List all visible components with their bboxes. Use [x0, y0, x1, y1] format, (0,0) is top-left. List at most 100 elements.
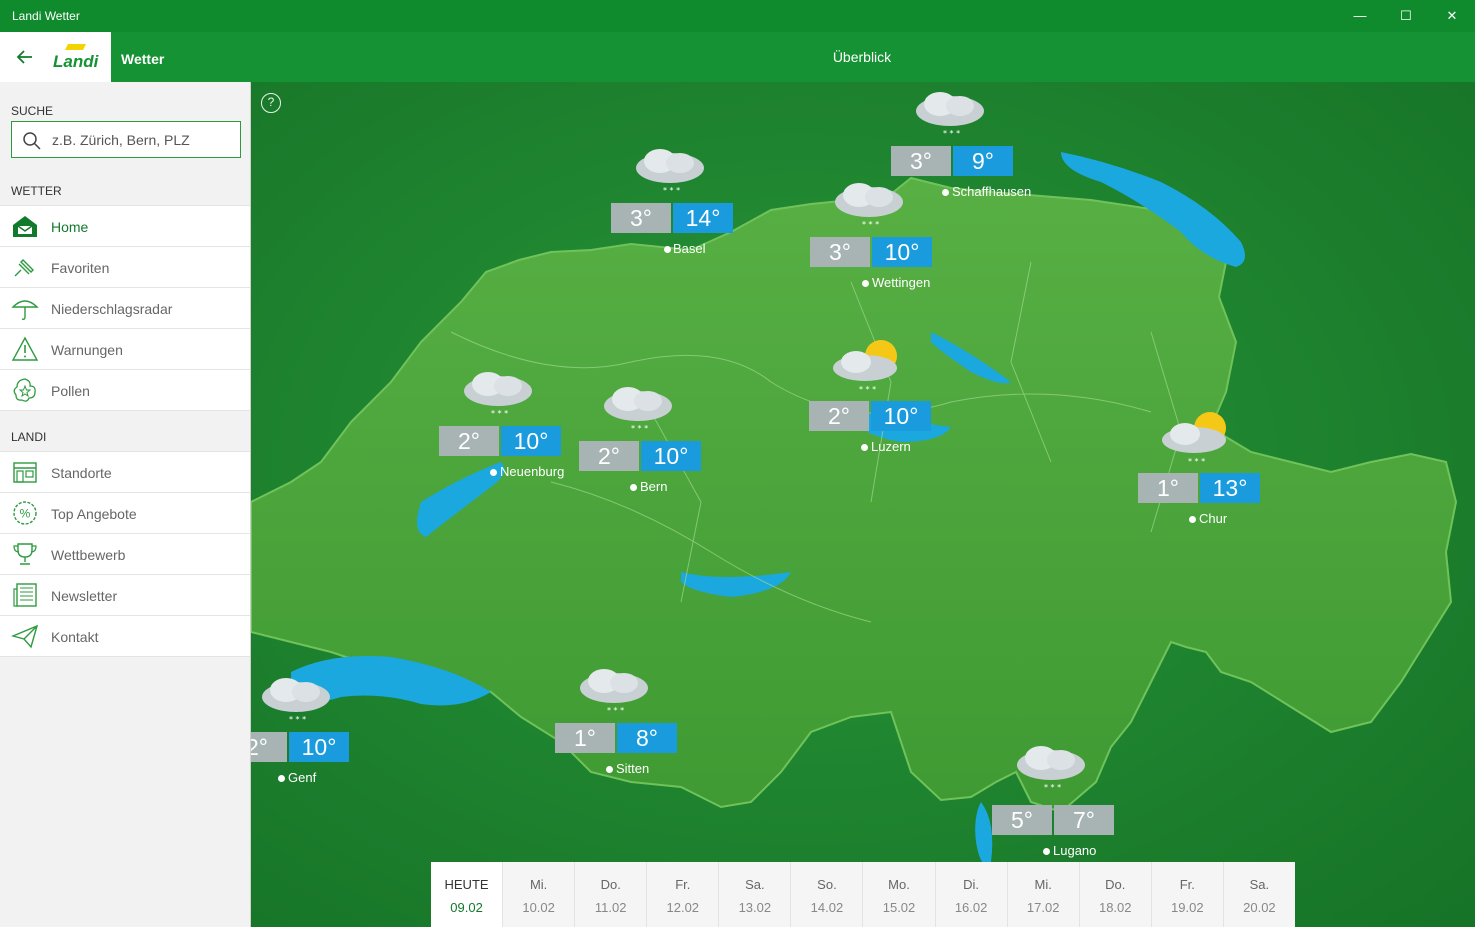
menu-item-top-angebote[interactable]: % Top Angebote	[0, 493, 250, 534]
menu-item-warnungen[interactable]: Warnungen	[0, 329, 250, 370]
day-name: Sa.	[745, 877, 765, 892]
day-tab-10[interactable]: Fr. 19.02	[1151, 862, 1224, 927]
sun-cloud-snow-icon: * * *	[833, 340, 897, 394]
temp-max: 8°	[617, 723, 677, 753]
page-title: Überblick	[832, 49, 892, 65]
city-name: Luzern	[871, 439, 911, 454]
snow-cloud-icon: * * *	[1017, 746, 1085, 792]
menu-item-label: Warnungen	[51, 342, 123, 358]
day-name: Sa.	[1249, 877, 1270, 892]
temp-max: 9°	[953, 146, 1013, 176]
menu-item-label: Home	[51, 219, 89, 235]
snow-cloud-icon: * * *	[636, 149, 704, 195]
day-name: Di.	[963, 877, 980, 892]
menu-item-newsletter[interactable]: Newsletter	[0, 575, 250, 616]
city-name: Chur	[1199, 511, 1228, 526]
home-icon	[13, 216, 37, 237]
back-arrow-icon[interactable]	[12, 44, 38, 70]
minimize-icon[interactable]: —	[1337, 0, 1383, 32]
menu-item-home[interactable]: Home	[0, 206, 250, 247]
temp-max: 10°	[872, 237, 932, 267]
city-dot	[630, 484, 637, 491]
weather-heading: WETTER	[11, 184, 62, 198]
day-name: Mo.	[888, 877, 910, 892]
temp-min: 3°	[611, 203, 671, 233]
snow-cloud-icon: * * *	[464, 372, 532, 418]
city-dot	[861, 444, 868, 451]
maximize-icon[interactable]: ☐	[1383, 0, 1429, 32]
newspaper-icon	[13, 583, 37, 607]
menu-item-favoriten[interactable]: Favoriten	[0, 247, 250, 288]
percent-icon: %	[13, 501, 37, 525]
snow-cloud-icon: * * *	[580, 669, 648, 715]
menu-item-niederschlagsradar[interactable]: Niederschlagsradar	[0, 288, 250, 329]
sun-cloud-snow-icon: * * *	[1162, 412, 1226, 466]
temp-max: 13°	[1200, 473, 1260, 503]
city-name: Bern	[640, 479, 668, 494]
menu-item-wettbewerb[interactable]: Wettbewerb	[0, 534, 250, 575]
search-input[interactable]	[52, 129, 232, 151]
landi-logo: Landi	[53, 44, 100, 70]
city-name: Schaffhausen	[952, 184, 1032, 199]
day-tab-6[interactable]: Mo. 15.02	[863, 862, 936, 927]
day-date: 13.02	[738, 900, 772, 915]
help-icon[interactable]: ?	[261, 93, 281, 113]
temp-min: 2°	[809, 401, 869, 431]
temp-max: 10°	[871, 401, 931, 431]
app-header: Landi Wetter Überblick	[0, 32, 1475, 82]
snow-cloud-icon: * * *	[916, 92, 984, 138]
close-icon[interactable]: ✕	[1429, 0, 1475, 32]
day-tab-7[interactable]: Di. 16.02	[935, 862, 1008, 927]
menu-item-label: Wettbewerb	[51, 547, 126, 563]
menu-item-label: Kontakt	[51, 629, 99, 645]
search-icon	[23, 132, 41, 150]
paper-plane-icon	[11, 624, 39, 649]
day-tab-3[interactable]: Fr. 12.02	[647, 862, 720, 927]
day-tab-5[interactable]: So. 14.02	[791, 862, 864, 927]
day-tab-9[interactable]: Do. 18.02	[1079, 862, 1152, 927]
svg-text:Landi: Landi	[53, 52, 100, 70]
store-icon	[13, 462, 37, 483]
umbrella-icon	[11, 300, 39, 320]
day-tab-8[interactable]: Mi. 17.02	[1007, 862, 1080, 927]
temp-max: 10°	[501, 426, 561, 456]
day-tab-1[interactable]: Mi. 10.02	[503, 862, 576, 927]
day-date: 14.02	[810, 900, 844, 915]
menu-item-standorte[interactable]: Standorte	[0, 452, 250, 493]
city-dot	[490, 469, 497, 476]
day-tab-11[interactable]: Sa. 20.02	[1223, 862, 1295, 927]
city-dot	[606, 766, 613, 773]
menu-item-pollen[interactable]: Pollen	[0, 370, 250, 411]
city-dot	[1043, 848, 1050, 855]
city-dot	[942, 189, 949, 196]
temp-max: 10°	[641, 441, 701, 471]
day-date: 10.02	[522, 900, 555, 915]
day-tab-2[interactable]: Do. 11.02	[575, 862, 648, 927]
weather-map[interactable]: ? * * * 3° 14° Basel * * * 3° 9° Schaffh…	[251, 82, 1475, 927]
svg-text:* * *: * * *	[1188, 457, 1205, 466]
svg-text:* * *: * * *	[631, 424, 648, 433]
day-tab-0[interactable]: HEUTE 09.02	[431, 862, 504, 927]
menu-item-label: Favoriten	[51, 260, 110, 276]
city-dot	[1189, 516, 1196, 523]
svg-text:* * *: * * *	[859, 385, 876, 394]
landi-heading: LANDI	[11, 430, 47, 444]
temp-min: 2°	[251, 732, 287, 762]
day-date: 09.02	[450, 900, 483, 915]
search-box[interactable]	[11, 121, 241, 158]
section-title: Wetter	[121, 51, 165, 67]
window-titlebar: Landi Wetter — ☐ ✕	[0, 0, 1475, 32]
day-tab-4[interactable]: Sa. 13.02	[719, 862, 792, 927]
weather-menu: Home Favoriten Niederschlagsradar Warnun…	[0, 205, 250, 411]
lake-maggiore	[975, 802, 993, 865]
day-date: 15.02	[882, 900, 916, 915]
temp-min: 2°	[439, 426, 499, 456]
svg-text:* * *: * * *	[491, 409, 508, 418]
search-heading: SUCHE	[11, 104, 54, 118]
city-name: Basel	[673, 241, 706, 256]
menu-item-kontakt[interactable]: Kontakt	[0, 616, 250, 657]
city-name: Wettingen	[872, 275, 931, 290]
temp-min: 3°	[810, 237, 870, 267]
svg-text:%: %	[20, 507, 31, 521]
day-date: 17.02	[1026, 900, 1060, 915]
